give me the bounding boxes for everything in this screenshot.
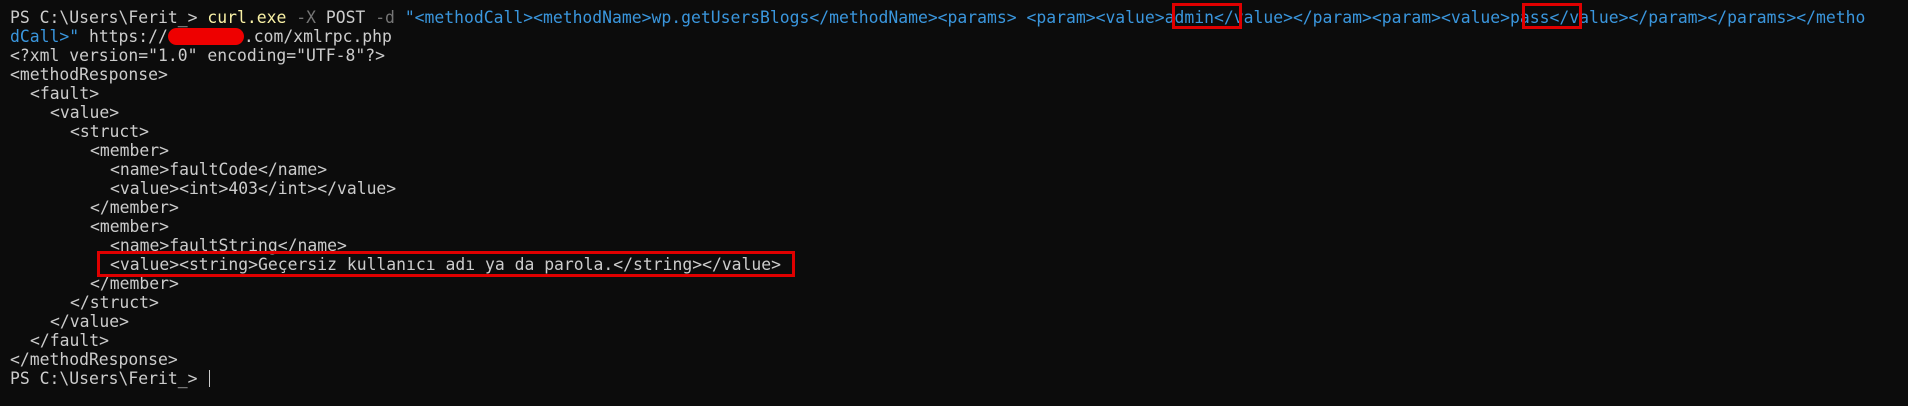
fault-string-line: <value><string>Geçersiz kullanıcı adı ya… [110, 255, 782, 274]
url-prefix: https:// [79, 27, 168, 46]
flag-d: -d [375, 8, 395, 27]
body-part-3: </value></param></params></metho [1549, 8, 1866, 27]
url-suffix: .com/xmlrpc.php [243, 27, 392, 46]
xml-line: </member> [90, 198, 179, 217]
text-cursor [209, 370, 211, 387]
command-line: PS C:\Users\Ferit_> curl.exe -X POST -d … [10, 8, 1908, 27]
xml-line: <methodResponse> [10, 65, 168, 84]
command-wrap-line: dCall>" https:// .com/xmlrpc.php [10, 27, 1908, 46]
http-method: POST [325, 8, 366, 27]
flag-x: -X [296, 8, 316, 27]
xml-line: <value> [50, 103, 120, 122]
command-exe: curl.exe [207, 8, 287, 27]
terminal-window[interactable]: PS C:\Users\Ferit_> curl.exe -X POST -d … [0, 0, 1908, 406]
body-part-2: </value></param><param><value> [1214, 8, 1511, 27]
xml-line: </methodResponse> [10, 350, 178, 369]
body-wrap: dCall>" [10, 27, 80, 46]
xml-line: </value> [50, 312, 129, 331]
xml-line: <value><int>403</int></value> [110, 179, 397, 198]
xml-line: </struct> [70, 293, 159, 312]
xml-line: <name>faultString</name> [110, 236, 347, 255]
xml-line: <name>faultCode</name> [110, 160, 328, 179]
password-value: pass [1510, 8, 1550, 27]
xml-line: </member> [90, 274, 179, 293]
username-value: admin [1164, 8, 1214, 27]
xml-declaration: <?xml version="1.0" encoding="UTF-8"?> [10, 46, 385, 65]
prompt: PS C:\Users\Ferit_> [10, 8, 208, 27]
final-prompt: PS C:\Users\Ferit_> [10, 369, 208, 388]
redaction-mark [167, 28, 244, 45]
input-line[interactable]: PS C:\Users\Ferit_> [10, 369, 1908, 388]
xml-line: </fault> [30, 331, 109, 350]
xml-line: <fault> [30, 84, 100, 103]
body-part-1: "<methodCall><methodName>wp.getUsersBlog… [404, 8, 1165, 27]
xml-line: <member> [90, 217, 169, 236]
xml-line: <member> [90, 141, 169, 160]
xml-line: <struct> [70, 122, 149, 141]
